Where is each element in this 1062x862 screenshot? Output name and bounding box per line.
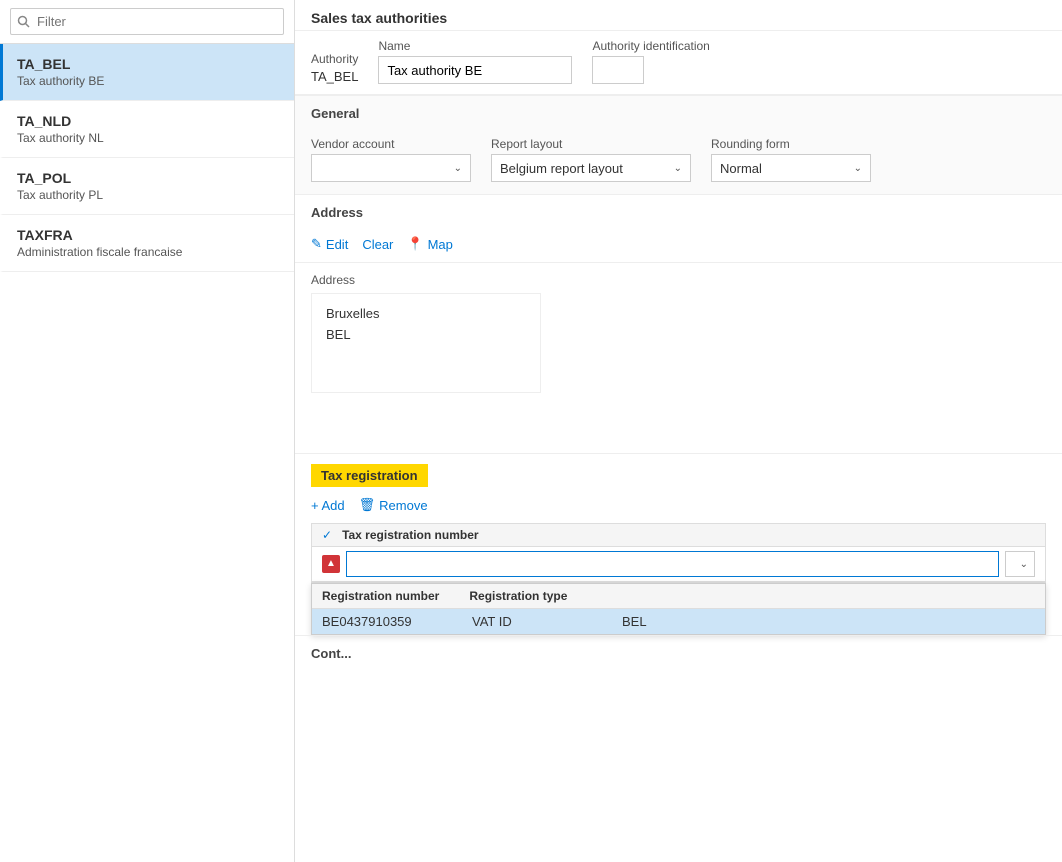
pencil-icon: ✎ <box>311 236 322 252</box>
chevron-down-icon: ⌄ <box>854 163 862 174</box>
chevron-down-icon: ⌄ <box>674 163 682 174</box>
sidebar-item-subtitle: Tax authority PL <box>17 188 280 202</box>
chevron-down-icon: ⌄ <box>454 163 462 174</box>
clear-button[interactable]: Clear <box>362 235 393 254</box>
reg-number-col-header: Registration number <box>322 589 439 603</box>
authority-row: Authority TA_BEL Name Authority identifi… <box>295 31 1062 95</box>
rounding-form-value: Normal <box>720 161 762 176</box>
sidebar-list: TA_BEL Tax authority BE TA_NLD Tax autho… <box>0 44 294 862</box>
sidebar-item-title: TA_NLD <box>17 113 280 129</box>
remove-button[interactable]: 🗑 Remove <box>359 495 428 515</box>
edit-button[interactable]: ✎ Edit <box>311 234 348 254</box>
clear-label: Clear <box>362 237 393 252</box>
tax-reg-section: Tax registration + Add 🗑 Remove ✓ Tax re… <box>295 454 1062 635</box>
chevron-down-icon: ⌄ <box>1020 559 1028 570</box>
sidebar-item-title: TAXFRA <box>17 227 280 243</box>
report-layout-select[interactable]: Belgium report layout ⌄ <box>491 154 691 182</box>
tax-reg-table: ✓ Tax registration number ▲ ⌄ <box>311 523 1046 583</box>
main-content: Sales tax authorities Authority TA_BEL N… <box>295 0 1062 862</box>
tax-reg-input-row: ▲ ⌄ <box>312 547 1045 582</box>
reg-type-col-header: Registration type <box>469 589 567 603</box>
auth-id-label: Authority identification <box>592 39 709 53</box>
name-label: Name <box>378 39 572 53</box>
tax-reg-dropdown-popup: Registration number Registration type BE… <box>311 583 1046 635</box>
name-field: Name <box>378 39 572 84</box>
filter-input[interactable] <box>10 8 284 35</box>
tax-reg-dropdown[interactable]: ⌄ <box>1005 551 1035 577</box>
address-line1: Bruxelles <box>326 304 526 325</box>
contact-label: Cont... <box>295 635 1062 671</box>
dropdown-popup-row[interactable]: BE0437910359 VAT ID BEL <box>312 609 1045 634</box>
general-section: General Vendor account ⌄ Report layout B… <box>295 95 1062 195</box>
address-section: Address ✎ Edit Clear 📍 Map Address Bruxe… <box>295 195 1062 454</box>
authority-value: TA_BEL <box>311 69 358 84</box>
vendor-account-field: Vendor account ⌄ <box>311 137 471 182</box>
general-row: Vendor account ⌄ Report layout Belgium r… <box>295 127 1062 194</box>
warning-icon: ▲ <box>322 555 340 573</box>
sidebar-item-ta-nld[interactable]: TA_NLD Tax authority NL <box>0 101 294 158</box>
address-label: Address <box>311 273 1046 287</box>
tax-reg-table-header: ✓ Tax registration number <box>312 524 1045 547</box>
address-toolbar: ✎ Edit Clear 📍 Map <box>295 226 1062 263</box>
sidebar-item-title: TA_BEL <box>17 56 280 72</box>
rounding-form-select[interactable]: Normal ⌄ <box>711 154 871 182</box>
report-layout-label: Report layout <box>491 137 691 151</box>
sidebar-item-title: TA_POL <box>17 170 280 186</box>
remove-label: Remove <box>379 498 427 513</box>
sidebar-filter-area <box>0 0 294 44</box>
sales-tax-title: Sales tax authorities <box>295 0 1062 31</box>
address-content: Address Bruxelles BEL <box>295 263 1062 453</box>
dropdown-reg-number: BE0437910359 <box>322 614 442 629</box>
tax-reg-col-header: Tax registration number <box>342 528 478 542</box>
authority-label: Authority <box>311 52 358 66</box>
add-label: + Add <box>311 498 345 513</box>
check-icon: ✓ <box>322 528 332 542</box>
dropdown-country: BEL <box>622 614 742 629</box>
dropdown-reg-type: VAT ID <box>472 614 592 629</box>
vendor-account-label: Vendor account <box>311 137 471 151</box>
add-button[interactable]: + Add <box>311 496 345 515</box>
trash-icon: 🗑 <box>359 497 376 513</box>
sidebar-item-subtitle: Tax authority BE <box>17 74 280 88</box>
dropdown-popup-header: Registration number Registration type <box>312 584 1045 609</box>
general-title: General <box>295 96 1062 127</box>
authority-field: Authority TA_BEL <box>311 52 358 84</box>
sidebar-item-ta-pol[interactable]: TA_POL Tax authority PL <box>0 158 294 215</box>
report-layout-value: Belgium report layout <box>500 161 623 176</box>
sidebar-item-taxfra[interactable]: TAXFRA Administration fiscale francaise <box>0 215 294 272</box>
report-layout-field: Report layout Belgium report layout ⌄ <box>491 137 691 182</box>
name-input[interactable] <box>378 56 572 84</box>
map-label: Map <box>428 237 453 252</box>
auth-id-field: Authority identification <box>592 39 709 84</box>
tax-reg-toolbar: + Add 🗑 Remove <box>295 487 1062 523</box>
map-icon: 📍 <box>407 236 423 252</box>
address-box: Bruxelles BEL <box>311 293 541 393</box>
tax-reg-title: Tax registration <box>311 464 428 487</box>
rounding-form-label: Rounding form <box>711 137 871 151</box>
address-line2: BEL <box>326 325 526 346</box>
rounding-form-field: Rounding form Normal ⌄ <box>711 137 871 182</box>
sidebar-item-subtitle: Administration fiscale francaise <box>17 245 280 259</box>
address-title: Address <box>295 195 1062 226</box>
vendor-account-select[interactable]: ⌄ <box>311 154 471 182</box>
sidebar: TA_BEL Tax authority BE TA_NLD Tax autho… <box>0 0 295 862</box>
auth-id-input[interactable] <box>592 56 644 84</box>
tax-reg-input[interactable] <box>346 551 999 577</box>
edit-label: Edit <box>326 237 348 252</box>
sidebar-item-ta-bel[interactable]: TA_BEL Tax authority BE <box>0 44 294 101</box>
map-button[interactable]: 📍 Map <box>407 234 452 254</box>
sidebar-item-subtitle: Tax authority NL <box>17 131 280 145</box>
